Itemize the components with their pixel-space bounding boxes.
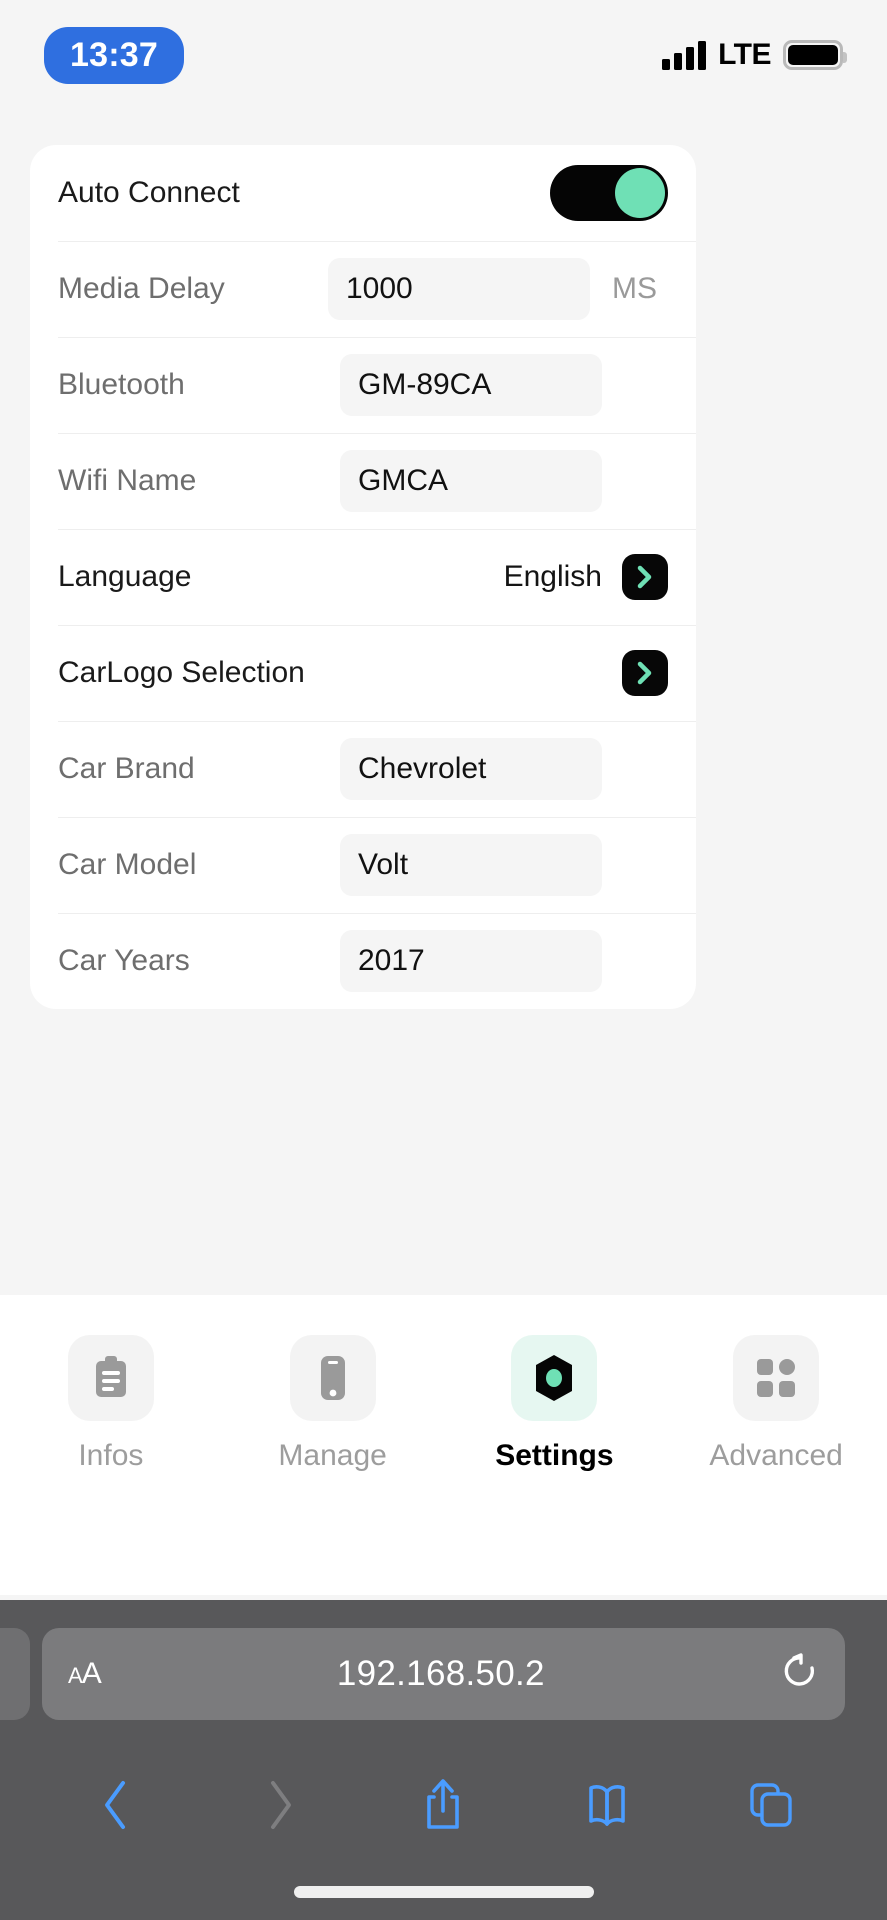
- tab-manage[interactable]: Manage: [248, 1335, 418, 1473]
- row-car-years[interactable]: Car Years 2017: [30, 913, 696, 1009]
- row-label: Bluetooth: [58, 368, 185, 401]
- row-label: Wifi Name: [58, 464, 197, 497]
- row-media-delay[interactable]: Media Delay 1000 MS: [30, 241, 696, 337]
- safari-chrome: AAAA 192.168.50.2: [0, 1600, 887, 1920]
- phone-screen: 13:37 LTE Auto Connect Media Delay 1000 …: [0, 0, 887, 1920]
- tabs-icon[interactable]: [726, 1770, 816, 1840]
- row-language[interactable]: Language English: [30, 529, 696, 625]
- clipboard-icon: [67, 1335, 154, 1421]
- url-bar[interactable]: AAAA 192.168.50.2: [42, 1628, 845, 1720]
- media-delay-input[interactable]: 1000: [328, 258, 590, 320]
- back-button[interactable]: [71, 1770, 161, 1840]
- row-wifi-name[interactable]: Wifi Name GMCA: [30, 433, 696, 529]
- bluetooth-input[interactable]: GM-89CA: [340, 354, 602, 416]
- row-label: Car Model: [58, 848, 197, 881]
- settings-card: Auto Connect Media Delay 1000 MS Bluetoo…: [30, 145, 696, 1009]
- row-label: Media Delay: [58, 272, 225, 305]
- tab-settings[interactable]: Settings: [469, 1335, 639, 1473]
- car-brand-input[interactable]: Chevrolet: [340, 738, 602, 800]
- car-years-input[interactable]: 2017: [340, 930, 602, 992]
- row-bluetooth[interactable]: Bluetooth GM-89CA: [30, 337, 696, 433]
- carlogo-chevron-right-icon[interactable]: [622, 650, 668, 696]
- book-icon[interactable]: [562, 1770, 652, 1840]
- row-auto-connect[interactable]: Auto Connect: [30, 145, 696, 241]
- previous-tab-edge[interactable]: [0, 1628, 30, 1720]
- safari-toolbar: [0, 1750, 887, 1860]
- grid-icon: [733, 1335, 820, 1421]
- tab-label: Infos: [78, 1439, 144, 1472]
- signal-bars-icon: [662, 40, 707, 70]
- language-value: English: [503, 560, 602, 593]
- text-size-button[interactable]: AAAA: [68, 1657, 102, 1691]
- car-model-input[interactable]: Volt: [340, 834, 602, 896]
- battery-icon: [783, 40, 847, 70]
- phone-icon: [289, 1335, 376, 1421]
- carrier-label: LTE: [718, 38, 771, 71]
- url-text[interactable]: 192.168.50.2: [101, 1654, 781, 1694]
- home-indicator: [293, 1886, 594, 1898]
- status-time: 13:37: [44, 26, 184, 84]
- status-bar: 13:37 LTE: [0, 0, 887, 110]
- auto-connect-toggle[interactable]: [550, 165, 668, 221]
- media-delay-unit: MS: [612, 272, 657, 305]
- tab-label: Settings: [495, 1439, 614, 1472]
- wifi-name-input[interactable]: GMCA: [340, 450, 602, 512]
- row-carlogo-selection[interactable]: CarLogo Selection: [30, 625, 696, 721]
- tab-label: Manage: [278, 1439, 387, 1472]
- row-label: Language: [58, 560, 192, 593]
- share-icon[interactable]: [398, 1770, 488, 1840]
- tab-label: Advanced: [709, 1439, 843, 1472]
- toggle-knob: [615, 168, 665, 218]
- bottom-tab-bar: Infos Manage Settings Advanced: [0, 1295, 887, 1595]
- forward-button: [235, 1770, 325, 1840]
- row-car-model[interactable]: Car Model Volt: [30, 817, 696, 913]
- row-label: CarLogo Selection: [58, 656, 305, 689]
- reload-icon[interactable]: [781, 1652, 819, 1697]
- row-label: Car Brand: [58, 752, 195, 785]
- language-chevron-right-icon[interactable]: [622, 554, 668, 600]
- row-label: Car Years: [58, 944, 190, 977]
- row-label: Auto Connect: [58, 176, 240, 209]
- tab-infos[interactable]: Infos: [26, 1335, 196, 1473]
- tab-advanced[interactable]: Advanced: [691, 1335, 861, 1473]
- status-indicators: LTE: [662, 38, 847, 72]
- gear-nut-icon: [511, 1335, 598, 1421]
- row-car-brand[interactable]: Car Brand Chevrolet: [30, 721, 696, 817]
